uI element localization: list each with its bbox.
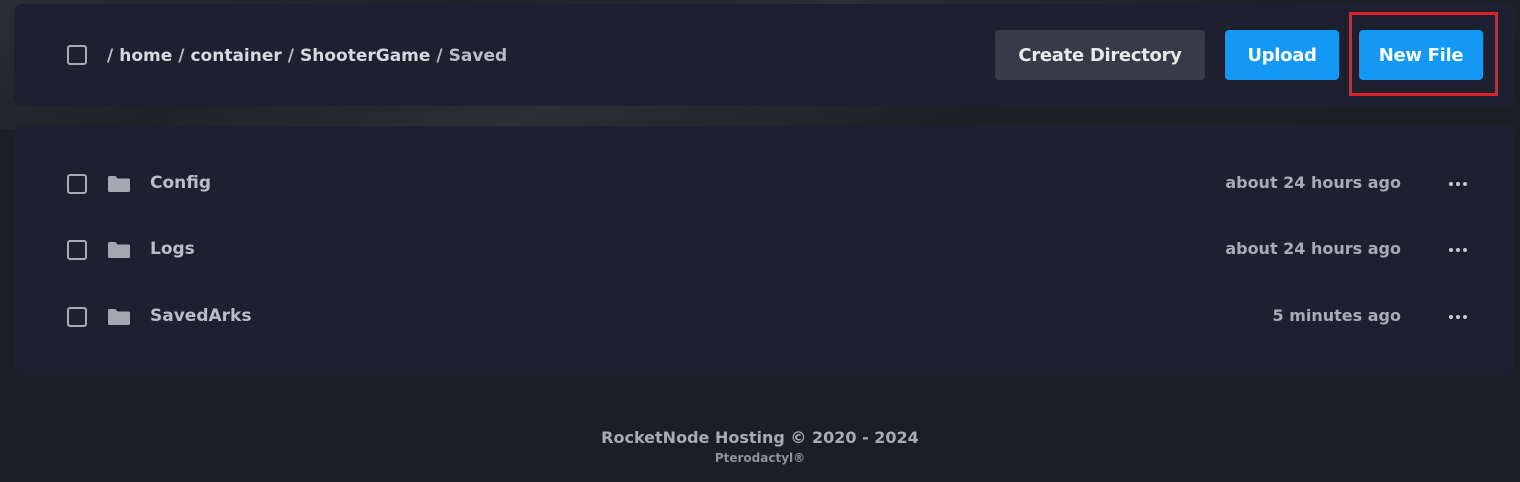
footer-copyright[interactable]: RocketNode Hosting © 2020 - 2024 <box>0 428 1520 447</box>
more-options-icon[interactable] <box>1447 242 1469 258</box>
footer-pterodactyl-link[interactable]: Pterodactyl® <box>0 451 1520 465</box>
file-row[interactable]: Logs about 24 hours ago <box>14 230 1514 270</box>
row-checkbox[interactable] <box>67 240 87 260</box>
breadcrumb: / home / container / ShooterGame / Saved <box>107 44 507 68</box>
breadcrumb-separator: / <box>436 46 443 66</box>
create-directory-button[interactable]: Create Directory <box>995 30 1205 80</box>
breadcrumb-item-saved: Saved <box>448 46 508 66</box>
more-options-icon[interactable] <box>1447 176 1469 192</box>
file-list: Config about 24 hours ago Logs about 24 … <box>14 126 1514 377</box>
folder-icon <box>108 309 130 325</box>
file-modified-time: 5 minutes ago <box>1272 306 1401 325</box>
file-toolbar: / home / container / ShooterGame / Saved… <box>14 4 1514 106</box>
file-manager-page: / home / container / ShooterGame / Saved… <box>0 0 1520 482</box>
select-all-checkbox[interactable] <box>67 45 87 65</box>
breadcrumb-item-shootergame[interactable]: ShooterGame <box>300 46 430 66</box>
folder-icon <box>108 242 130 258</box>
file-modified-time: about 24 hours ago <box>1225 239 1401 258</box>
breadcrumb-separator: / <box>107 46 114 66</box>
row-checkbox[interactable] <box>67 307 87 327</box>
file-modified-time: about 24 hours ago <box>1225 173 1401 192</box>
breadcrumb-separator: / <box>287 46 294 66</box>
row-checkbox[interactable] <box>67 174 87 194</box>
more-options-icon[interactable] <box>1447 309 1469 325</box>
footer: RocketNode Hosting © 2020 - 2024 Pteroda… <box>0 428 1520 465</box>
file-name[interactable]: SavedArks <box>150 306 251 328</box>
file-row[interactable]: Config about 24 hours ago <box>14 164 1514 204</box>
new-file-button[interactable]: New File <box>1359 30 1483 80</box>
file-name[interactable]: Config <box>150 173 211 195</box>
breadcrumb-item-container[interactable]: container <box>190 46 281 66</box>
breadcrumb-separator: / <box>178 46 185 66</box>
file-name[interactable]: Logs <box>150 239 195 261</box>
folder-icon <box>108 176 130 192</box>
breadcrumb-item-home[interactable]: home <box>119 46 172 66</box>
file-row[interactable]: SavedArks 5 minutes ago <box>14 297 1514 337</box>
upload-button[interactable]: Upload <box>1225 30 1339 80</box>
